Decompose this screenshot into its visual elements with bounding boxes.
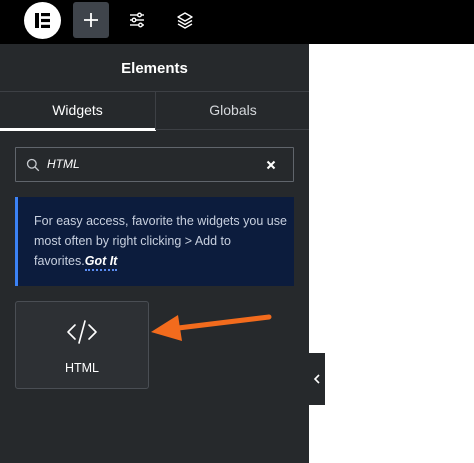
widget-label: HTML — [64, 361, 100, 375]
panel-header: Elements — [0, 44, 309, 92]
plus-icon — [84, 13, 98, 27]
widget-html[interactable]: HTML — [15, 301, 149, 389]
site-settings-button[interactable] — [119, 2, 155, 38]
favorites-notice: For easy access, favorite the widgets yo… — [15, 197, 294, 286]
search-icon — [26, 158, 40, 172]
add-element-button[interactable] — [73, 2, 109, 38]
code-icon — [67, 320, 97, 344]
panel-tabs: Widgets Globals — [0, 92, 310, 131]
orange-arrow-icon — [151, 314, 272, 341]
tab-label: Widgets — [52, 102, 103, 118]
top-bar — [0, 0, 474, 44]
widget-search-field[interactable]: HTML — [15, 147, 294, 182]
elementor-logo-icon[interactable] — [24, 2, 61, 39]
tab-label: Globals — [209, 102, 257, 118]
close-icon[interactable] — [266, 160, 276, 170]
structure-button[interactable] — [167, 2, 203, 38]
active-tab-indicator — [0, 128, 156, 131]
search-input[interactable]: HTML — [47, 148, 80, 181]
got-it-link[interactable]: Got It — [84, 254, 118, 271]
collapse-panel-button[interactable] — [309, 353, 325, 405]
sliders-icon — [130, 12, 144, 28]
panel-title: Elements — [121, 60, 188, 77]
tab-widgets[interactable]: Widgets — [0, 92, 156, 131]
chevron-left-icon — [313, 374, 320, 384]
elements-panel: Elements Widgets Globals HTML For easy a… — [0, 44, 309, 463]
layers-icon — [177, 12, 193, 29]
tab-globals[interactable]: Globals — [155, 92, 310, 130]
notice-text: For easy access, favorite the widgets yo… — [34, 214, 287, 268]
